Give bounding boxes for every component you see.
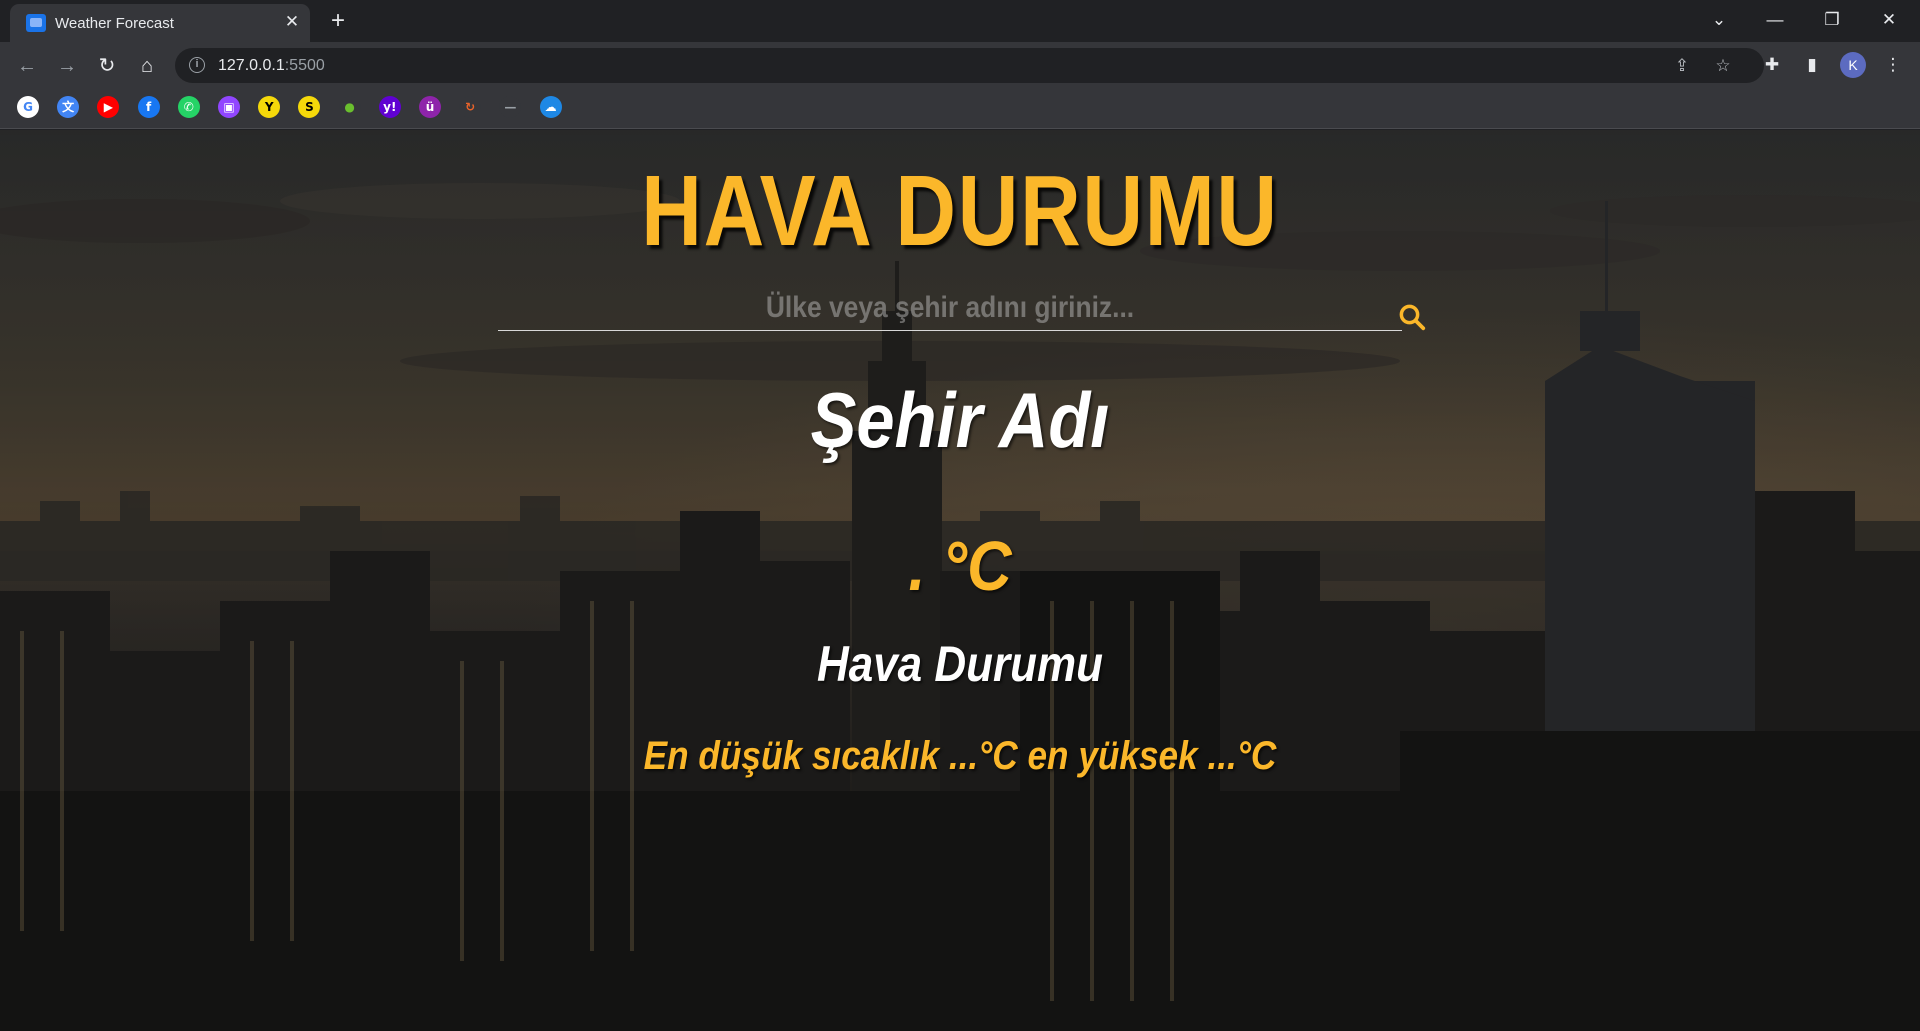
twitch-bookmark-icon[interactable]: ▣ xyxy=(218,96,240,118)
minimize-button[interactable]: — xyxy=(1756,5,1794,35)
bookmark-green-drop-icon[interactable]: ● xyxy=(338,96,361,118)
weather-favicon-icon xyxy=(26,14,46,32)
bookmark-dash-icon[interactable]: — xyxy=(499,96,522,118)
reload-button[interactable]: ↻ xyxy=(91,50,123,82)
whatsapp-bookmark-icon[interactable]: ✆ xyxy=(177,96,200,118)
close-tab-icon[interactable]: ✕ xyxy=(281,11,303,33)
bookmark-orange-circle-icon[interactable]: ↻ xyxy=(459,96,482,118)
facebook-bookmark-icon[interactable]: f xyxy=(137,96,160,118)
side-panel-icon[interactable]: ▮ xyxy=(1798,51,1826,79)
city-name: Şehir Adı xyxy=(810,376,1110,464)
city-search-input[interactable] xyxy=(552,287,1348,329)
extensions-icon[interactable]: ✚ xyxy=(1758,51,1786,79)
bookmark-cloud-upload-icon[interactable]: ☁ xyxy=(539,96,562,118)
close-window-button[interactable]: ✕ xyxy=(1870,5,1908,35)
url-host: 127.0.0.1 xyxy=(218,57,285,74)
url-port: :5500 xyxy=(284,57,325,74)
weather-page: HAVA DURUMU Şehir Adı . °C Hava Durumu E… xyxy=(0,130,1920,1031)
min-max-temperature: En düşük sıcaklık ...°C en yüksek ...°C xyxy=(643,734,1277,778)
translate-bookmark-icon[interactable]: 文 xyxy=(57,96,80,118)
browser-toolbar: ← → ↻ ⌂ i 127.0.0.1:5500 ⇪ ☆ ✚ ▮ K ⋮ xyxy=(0,42,1920,88)
yahoo-bookmark-icon[interactable]: y! xyxy=(378,96,401,118)
search-icon[interactable] xyxy=(1397,302,1427,332)
url-text: 127.0.0.1:5500 xyxy=(218,57,325,75)
bookmark-yellow-s-icon[interactable]: S xyxy=(298,96,321,118)
tab-strip: Weather Forecast ✕ + ⌄ — ❐ ✕ xyxy=(0,0,1920,42)
youtube-bookmark-icon[interactable]: ▶ xyxy=(97,96,120,118)
restore-button[interactable]: ❐ xyxy=(1813,5,1851,35)
bookmark-yellow-y-icon[interactable]: Y xyxy=(258,96,281,118)
share-icon[interactable]: ⇪ xyxy=(1670,54,1694,78)
bookmark-purple-u-icon[interactable]: ü xyxy=(419,96,441,118)
address-bar[interactable]: i 127.0.0.1:5500 ⇪ ☆ xyxy=(175,48,1764,83)
weather-description: Hava Durumu xyxy=(816,636,1104,692)
bookmarks-bar: G 文 ▶ f ✆ ▣ Y S ● y! ü ↻ — ☁ xyxy=(0,88,1920,129)
profile-avatar[interactable]: K xyxy=(1840,52,1866,78)
new-tab-button[interactable]: + xyxy=(324,7,352,35)
browser-tab[interactable]: Weather Forecast ✕ xyxy=(10,4,310,42)
tab-search-icon[interactable]: ⌄ xyxy=(1700,5,1738,35)
google-bookmark-icon[interactable]: G xyxy=(17,96,39,118)
temperature: . °C xyxy=(908,527,1012,605)
home-button[interactable]: ⌂ xyxy=(131,50,163,82)
menu-kebab-icon[interactable]: ⋮ xyxy=(1879,51,1907,79)
site-info-icon[interactable]: i xyxy=(189,57,205,73)
search-bar xyxy=(498,287,1402,331)
tab-title: Weather Forecast xyxy=(55,15,174,32)
app-title: HAVA DURUMU xyxy=(641,155,1279,267)
back-button[interactable]: ← xyxy=(11,50,43,82)
bookmark-star-icon[interactable]: ☆ xyxy=(1711,54,1735,78)
forward-button[interactable]: → xyxy=(51,50,83,82)
